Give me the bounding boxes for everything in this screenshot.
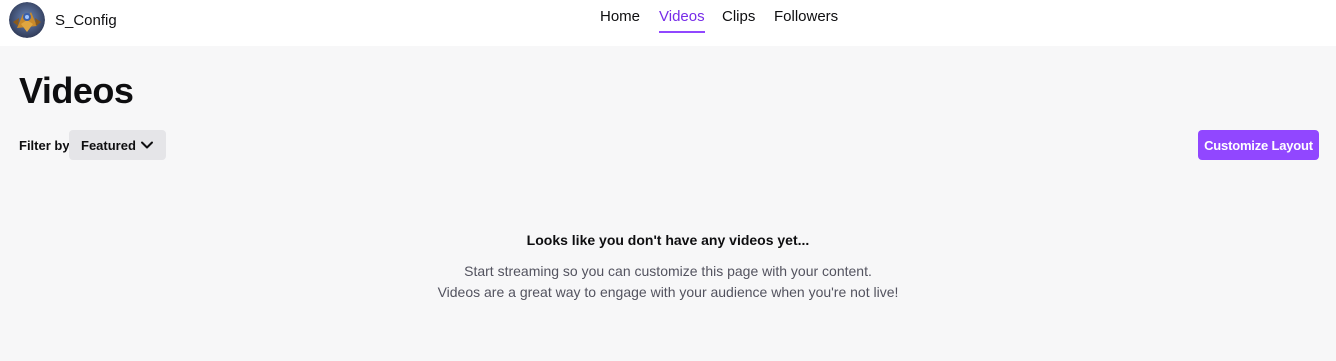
chevron-down-icon [141, 141, 153, 149]
filter-dropdown-value: Featured [81, 137, 136, 153]
tab-clips[interactable]: Clips [722, 8, 755, 33]
page-title: Videos [19, 70, 134, 111]
empty-state-text-1: Start streaming so you can customize thi… [464, 263, 872, 279]
channel-name[interactable]: S_Config [55, 12, 117, 29]
tab-home[interactable]: Home [600, 8, 640, 33]
empty-state-heading: Looks like you don't have any videos yet… [526, 232, 810, 248]
empty-state-text-2: Videos are a great way to engage with yo… [437, 284, 899, 300]
filter-dropdown[interactable]: Featured [69, 130, 166, 160]
avatar[interactable] [9, 2, 45, 38]
filter-label: Filter by [19, 138, 70, 153]
tab-videos[interactable]: Videos [659, 8, 705, 33]
customize-layout-button[interactable]: Customize Layout [1198, 130, 1319, 160]
avatar-image [9, 2, 45, 38]
channel-header: S_Config Home Videos Clips Followers [0, 0, 1336, 46]
tab-followers[interactable]: Followers [774, 8, 838, 33]
